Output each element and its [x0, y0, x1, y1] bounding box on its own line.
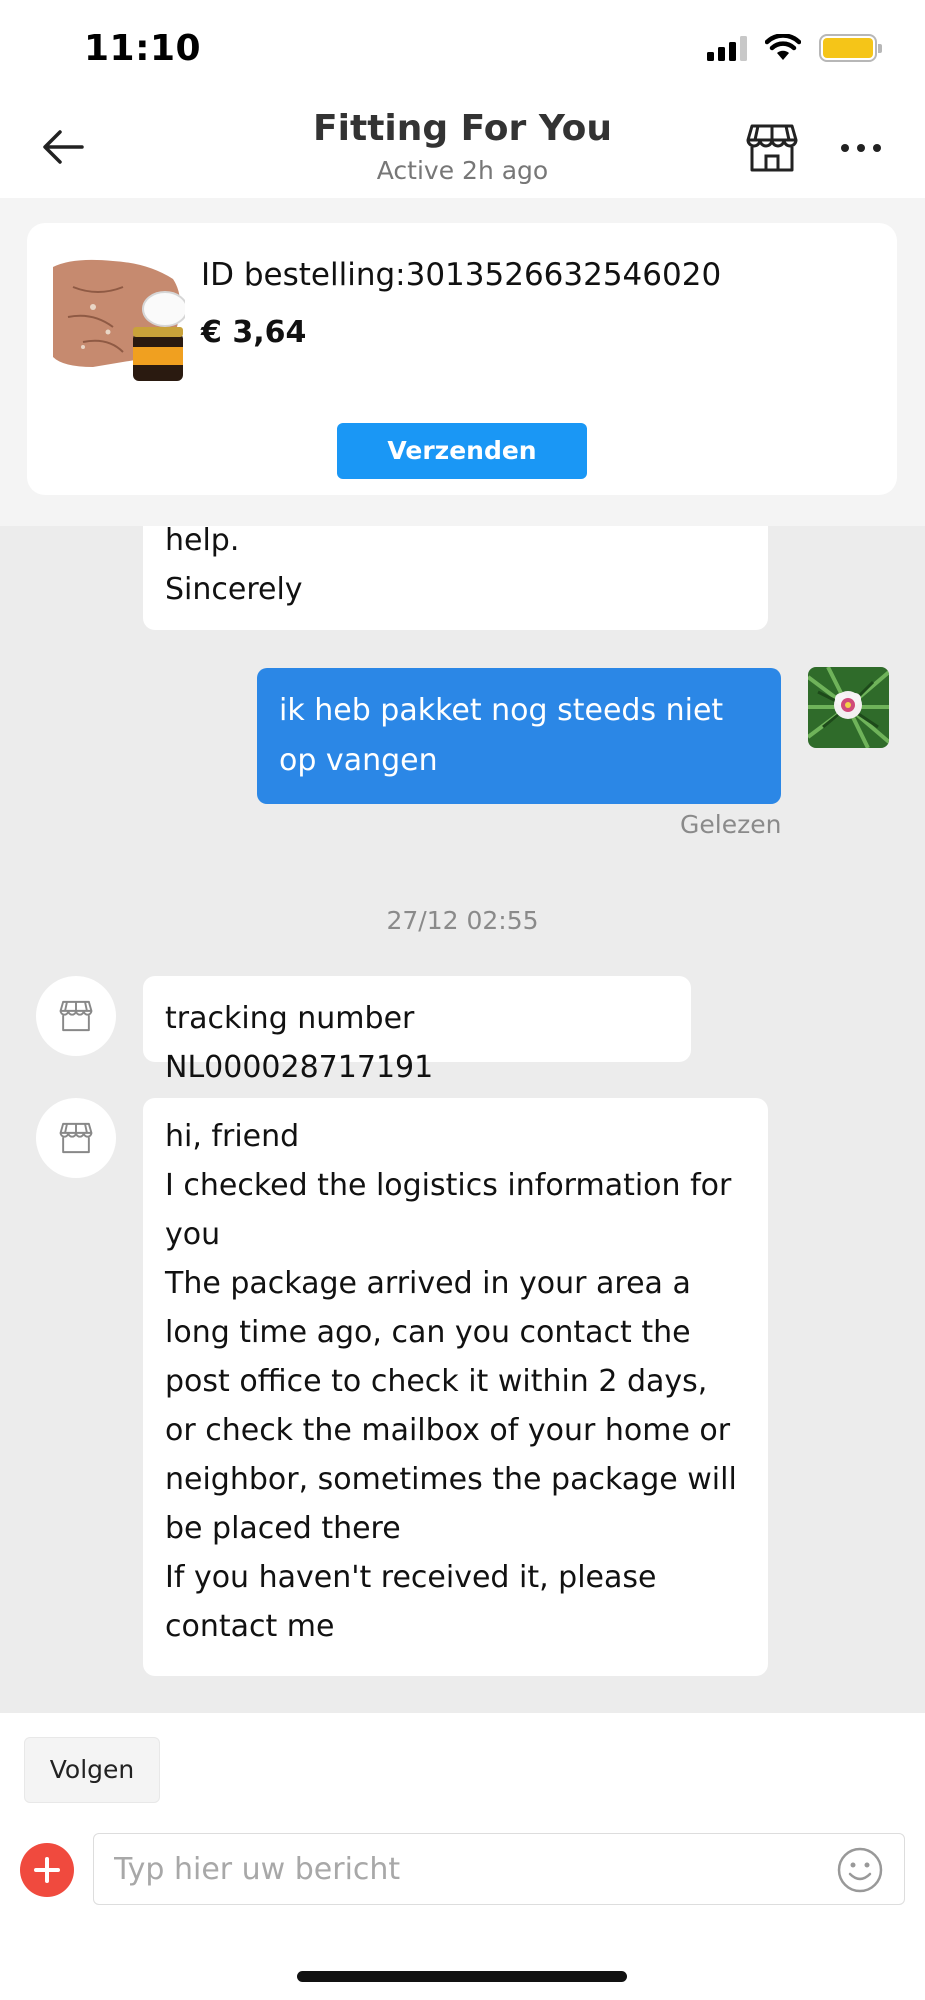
status-time: 11:10 — [84, 28, 202, 69]
message-text: hi, friend I checked the logistics infor… — [165, 1119, 737, 1644]
storefront-icon — [59, 1122, 93, 1154]
battery-icon — [819, 34, 882, 62]
product-image[interactable] — [53, 257, 188, 385]
smiley-icon — [837, 1847, 883, 1893]
my-message-bubble: ik heb pakket nog steeds niet op vangen — [257, 668, 781, 804]
storefront-icon — [59, 1000, 93, 1032]
emoji-button[interactable] — [836, 1846, 884, 1894]
store-button[interactable] — [744, 120, 800, 176]
order-card: ID bestelling:3013526632546020 € 3,64 Ve… — [27, 223, 897, 495]
more-dots-icon — [841, 144, 881, 152]
message-input-box — [93, 1833, 905, 1905]
message-input[interactable] — [114, 1844, 814, 1894]
storefront-icon — [746, 124, 798, 172]
cellular-signal-icon — [707, 35, 747, 61]
chat-content[interactable]: ID bestelling:3013526632546020 € 3,64 Ve… — [0, 198, 925, 1713]
shop-avatar[interactable] — [36, 1098, 116, 1178]
battery-fill — [823, 38, 873, 58]
shop-avatar[interactable] — [36, 976, 116, 1056]
order-id: ID bestelling:3013526632546020 — [201, 257, 722, 293]
plus-circle-icon[interactable] — [20, 1843, 74, 1897]
home-indicator[interactable] — [297, 1971, 627, 1982]
message-text: tracking number NL000028717191 — [165, 1001, 434, 1085]
wifi-icon — [765, 34, 801, 60]
status-icons — [707, 34, 882, 62]
message-timestamp: 27/12 02:55 — [386, 906, 539, 935]
follow-button[interactable]: Volgen — [24, 1737, 160, 1803]
chat-header: Fitting For You Active 2h ago — [0, 100, 925, 198]
send-order-button[interactable]: Verzenden — [337, 423, 587, 479]
bottom-bar: Volgen — [0, 1713, 925, 2000]
status-bar: 11:10 — [0, 0, 925, 100]
message-text: help. Sincerely — [165, 523, 303, 607]
seller-message-bubble: hi, friend I checked the logistics infor… — [143, 1098, 768, 1676]
message-text: ik heb pakket nog steeds niet op vangen — [279, 693, 724, 778]
more-options-button[interactable] — [836, 130, 886, 166]
order-price: € 3,64 — [201, 315, 307, 350]
order-card-wrapper: ID bestelling:3013526632546020 € 3,64 Ve… — [0, 198, 925, 526]
seller-message-bubble: tracking number NL000028717191 — [143, 976, 691, 1085]
user-avatar[interactable] — [808, 667, 889, 748]
read-status: Gelezen — [680, 810, 782, 839]
